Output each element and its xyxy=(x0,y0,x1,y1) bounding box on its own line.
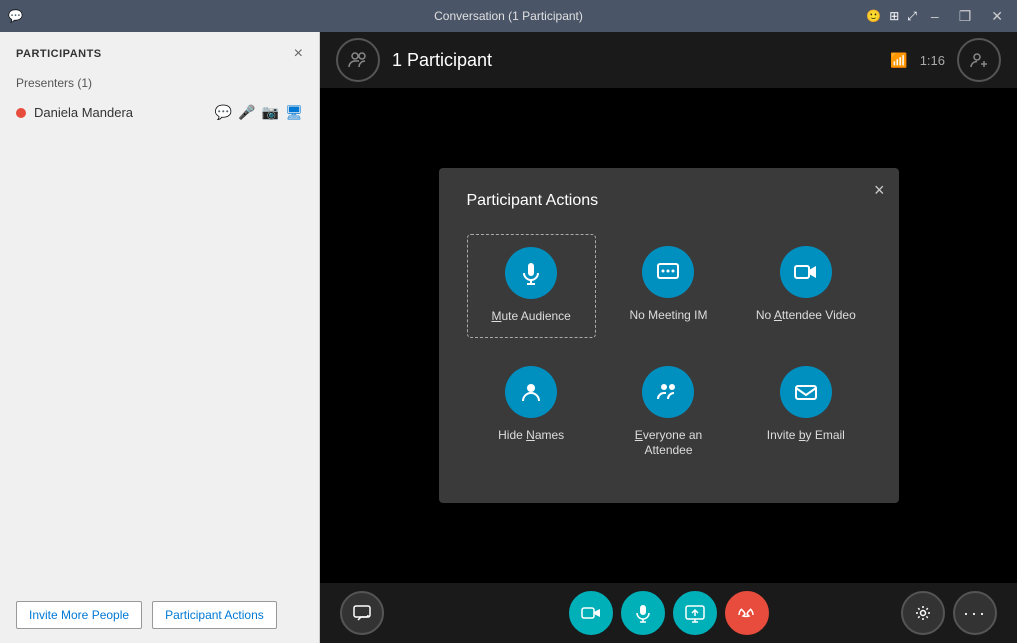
participants-header: PARTICIPANTS × xyxy=(0,32,319,72)
participant-actions-modal: × Participant Actions xyxy=(439,168,899,503)
settings-button[interactable] xyxy=(901,591,945,635)
mute-audience-label: Mute Audience xyxy=(491,309,570,325)
hide-names-icon xyxy=(505,366,557,418)
video-bottom-bar: ··· xyxy=(320,583,1017,643)
panel-bottom-buttons: Invite More People Participant Actions xyxy=(0,587,319,643)
participant-actions-button[interactable]: Participant Actions xyxy=(152,601,277,629)
chat-toggle-button[interactable] xyxy=(340,591,384,635)
no-meeting-im-action[interactable]: No Meeting IM xyxy=(604,234,733,338)
no-attendee-video-label: No Attendee Video xyxy=(756,308,856,324)
title-bar: 💬 Conversation (1 Participant) 🙂 ⊞ ⤢ – ❐… xyxy=(0,0,1017,32)
emoji-icon: 🙂 xyxy=(866,9,881,23)
mic-toggle-button[interactable] xyxy=(621,591,665,635)
bottom-right-buttons: ··· xyxy=(901,591,997,635)
video-participant-icon[interactable]: 📷 xyxy=(262,104,279,121)
no-attendee-video-icon xyxy=(780,246,832,298)
modal-actions-grid: Mute Audience xyxy=(467,234,871,471)
mic-participant-icon[interactable]: 🎤 xyxy=(238,104,255,121)
modal-title: Participant Actions xyxy=(467,192,871,210)
no-meeting-im-label: No Meeting IM xyxy=(629,308,707,324)
share-screen-button[interactable] xyxy=(673,591,717,635)
meeting-group-icon xyxy=(336,38,380,82)
participant-count-label: 1 Participant xyxy=(392,50,492,71)
window-title: Conversation (1 Participant) xyxy=(434,9,583,23)
left-panel: PARTICIPANTS × Presenters (1) Daniela Ma… xyxy=(0,32,320,643)
screen-participant-icon[interactable]: 🖥 xyxy=(285,104,303,121)
participants-title: PARTICIPANTS xyxy=(16,48,102,60)
add-participant-button[interactable] xyxy=(957,38,1001,82)
video-toggle-button[interactable] xyxy=(569,591,613,635)
chat-participant-icon[interactable]: 💬 xyxy=(215,104,232,121)
participant-action-icons: 💬 🎤 📷 🖥 xyxy=(215,104,303,121)
hide-names-label: Hide Names xyxy=(498,428,564,444)
invite-more-people-button[interactable]: Invite More People xyxy=(16,601,142,629)
invite-email-icon xyxy=(780,366,832,418)
modal-close-button[interactable]: × xyxy=(874,180,885,201)
everyone-attendee-action[interactable]: Everyone an Attendee xyxy=(604,354,733,471)
bottom-left-buttons xyxy=(340,591,384,635)
signal-icon: 📶 xyxy=(890,52,907,69)
no-meeting-im-icon xyxy=(642,246,694,298)
invite-email-action[interactable]: Invite by Email xyxy=(741,354,870,471)
title-bar-controls: 🙂 ⊞ ⤢ – ❐ ✕ xyxy=(866,6,1009,27)
close-panel-button[interactable]: × xyxy=(294,46,303,62)
video-top-right: 📶 1:16 xyxy=(890,38,1001,82)
more-options-button[interactable]: ··· xyxy=(953,591,997,635)
video-content-area: × Participant Actions xyxy=(320,88,1017,583)
everyone-attendee-icon xyxy=(642,366,694,418)
right-panel: 1 Participant 📶 1:16 xyxy=(320,32,1017,643)
close-window-button[interactable]: ✕ xyxy=(985,6,1009,27)
chat-window-icon: 💬 xyxy=(8,9,23,23)
call-timer: 1:16 xyxy=(920,53,945,68)
end-call-button[interactable] xyxy=(725,591,769,635)
participant-name: Daniela Mandera xyxy=(34,105,207,120)
video-top-left: 1 Participant xyxy=(336,38,492,82)
no-attendee-video-action[interactable]: No Attendee Video xyxy=(741,234,870,338)
video-top-bar: 1 Participant 📶 1:16 xyxy=(320,32,1017,88)
everyone-attendee-label: Everyone an Attendee xyxy=(612,428,725,459)
fullscreen-icon: ⤢ xyxy=(907,9,917,24)
bottom-center-buttons xyxy=(569,591,769,635)
hide-names-action[interactable]: Hide Names xyxy=(467,354,596,471)
invite-email-label: Invite by Email xyxy=(767,428,845,444)
mute-audience-action[interactable]: Mute Audience xyxy=(467,234,596,338)
participant-status-dot xyxy=(16,108,26,118)
participant-row: Daniela Mandera 💬 🎤 📷 🖥 xyxy=(0,98,319,127)
mute-audience-icon xyxy=(505,247,557,299)
minimize-button[interactable]: – xyxy=(925,6,945,26)
modal-overlay: × Participant Actions xyxy=(320,88,1017,583)
restore-button[interactable]: ❐ xyxy=(953,6,978,27)
presenters-label: Presenters (1) xyxy=(0,72,319,98)
grid-icon: ⊞ xyxy=(889,9,899,23)
title-bar-left: 💬 xyxy=(8,9,23,23)
main-layout: PARTICIPANTS × Presenters (1) Daniela Ma… xyxy=(0,32,1017,643)
